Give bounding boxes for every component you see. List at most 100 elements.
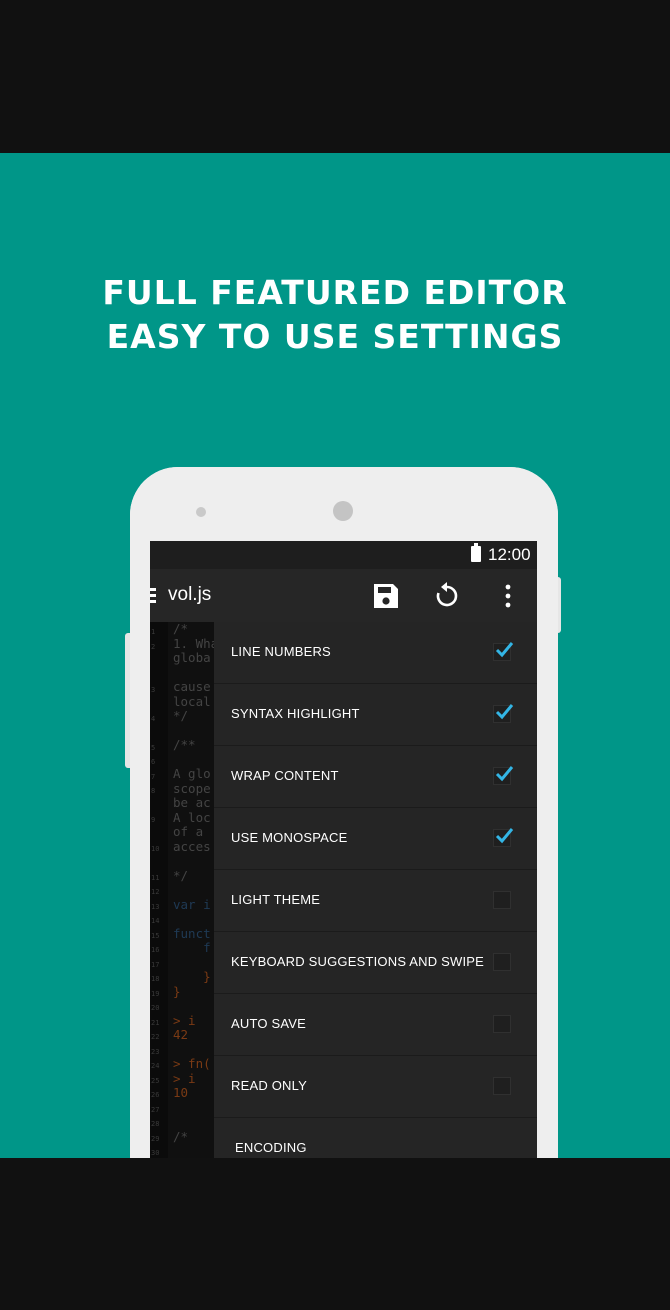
line-number-gutter: 1 2 3 4 5 6 7 8 9 10 11 12 13 14 15 16 1 [150,622,168,1158]
setting-label: SYNTAX HIGHLIGHT [231,706,360,721]
code-line: } [173,969,211,984]
setting-encoding[interactable]: ENCODING [214,1118,537,1158]
setting-line-numbers[interactable]: LINE NUMBERS [214,622,537,684]
check-icon [495,704,514,720]
save-icon[interactable] [371,581,401,611]
phone-camera [333,501,353,521]
wrap-content-checkbox[interactable] [493,766,514,785]
read-only-checkbox[interactable] [493,1077,511,1095]
setting-use-monospace[interactable]: USE MONOSPACE [214,808,537,870]
check-icon [495,766,514,782]
code-line: cause [173,679,211,694]
line-number: 11 [151,874,160,882]
use-monospace-checkbox[interactable] [493,828,514,847]
code-line: /** [173,737,196,752]
setting-label: KEYBOARD SUGGESTIONS AND SWIPE [231,954,485,969]
line-number: 12 [151,888,160,896]
line-number: 22 [151,1033,160,1041]
code-line: of a [173,824,211,839]
encoding-label: ENCODING [235,1140,307,1155]
code-editor[interactable]: 1 2 3 4 5 6 7 8 9 10 11 12 13 14 15 16 1 [150,622,214,1158]
setting-label: LIGHT THEME [231,892,321,907]
setting-wrap-content[interactable]: WRAP CONTENT [214,746,537,808]
phone-top-bezel [130,467,558,541]
line-number: 6 [151,758,156,766]
line-numbers-checkbox[interactable] [493,642,514,661]
syntax-highlight-checkbox[interactable] [493,704,514,723]
line-number: 16 [151,946,160,954]
line-number: 24 [151,1062,160,1070]
promo-headline: FULL FEATURED EDITOR EASY TO USE SETTING… [0,271,670,359]
line-number: 21 [151,1019,160,1027]
line-number: 26 [151,1091,160,1099]
line-number: 25 [151,1077,160,1085]
light-theme-checkbox[interactable] [493,891,511,909]
line-number: 4 [151,715,156,723]
top-letterbox [0,0,670,153]
battery-icon [471,543,481,562]
setting-auto-save[interactable]: AUTO SAVE [214,994,537,1056]
code-text: /* 1. Wha globa cause local */ /** A glo scop… [173,622,214,1144]
line-number: 15 [151,932,160,940]
code-line: > fn( [173,1056,211,1071]
code-line: A loc [173,809,211,825]
code-line: 10 [173,1085,189,1100]
phone-sensor [196,507,206,517]
code-line: > i [173,1070,196,1086]
line-number: 30 [151,1149,160,1157]
status-time: 12:00 [488,545,531,564]
code-line: scope [173,780,211,796]
line-number: 28 [151,1120,160,1128]
line-number: 3 [151,686,156,694]
auto-save-checkbox[interactable] [493,1015,511,1033]
line-number: 19 [151,990,160,998]
code-line: f [173,940,211,955]
more-options-icon[interactable] [493,581,523,611]
undo-icon[interactable] [432,581,462,611]
code-line: be ac [173,795,211,810]
bottom-letterbox [0,1158,670,1310]
promo-background: FULL FEATURED EDITOR EASY TO USE SETTING… [0,153,670,1158]
phone-screen: 12:00 vol.js 1 2 3 4 5 6 7 8 9 10 11 12 … [150,541,537,1158]
line-number: 23 [151,1048,160,1056]
code-line: local [173,693,211,709]
setting-light-theme[interactable]: LIGHT THEME [214,870,537,932]
code-line: */ [173,708,189,723]
setting-label: AUTO SAVE [231,1016,307,1031]
code-line: 42 [173,1027,189,1042]
promo-line-2: EASY TO USE SETTINGS [106,317,564,356]
code-line: acces [173,838,211,854]
setting-label: LINE NUMBERS [231,644,331,659]
line-number: 8 [151,787,156,795]
code-line: 1. Wha [173,635,214,651]
setting-label: READ ONLY [231,1078,307,1093]
line-number: 5 [151,744,156,752]
setting-keyboard-suggestions[interactable]: KEYBOARD SUGGESTIONS AND SWIPE [214,932,537,994]
line-number: 1 [151,628,156,636]
line-number: 7 [151,773,156,781]
code-line: /* [173,1128,189,1144]
code-line: } [173,983,181,999]
menu-icon[interactable] [150,588,156,604]
setting-syntax-highlight[interactable]: SYNTAX HIGHLIGHT [214,684,537,746]
line-number: 13 [151,903,160,911]
line-number: 2 [151,643,156,651]
setting-label: WRAP CONTENT [231,768,339,783]
status-bar: 12:00 [150,541,537,569]
keyboard-suggestions-checkbox[interactable] [493,953,511,971]
line-number: 18 [151,975,160,983]
setting-read-only[interactable]: READ ONLY [214,1056,537,1118]
line-number: 29 [151,1135,160,1143]
code-line: /* [173,622,189,636]
line-number: 10 [151,845,160,853]
